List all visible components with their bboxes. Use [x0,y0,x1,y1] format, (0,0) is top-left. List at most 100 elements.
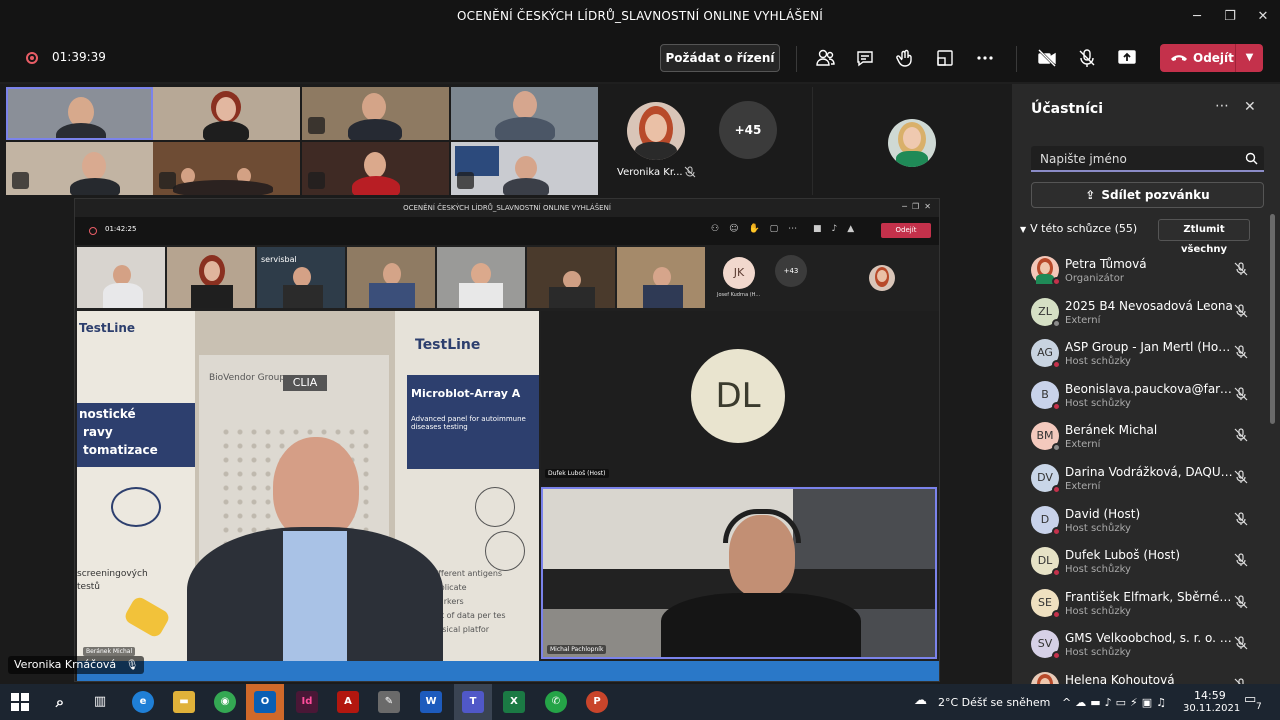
mic-muted-icon[interactable] [1233,552,1249,568]
panel-more-icon[interactable]: ⋯ [1215,98,1229,114]
mic-muted-icon: 🎙 [125,660,139,671]
participant-initials: DL [1037,554,1053,568]
file-explorer-icon[interactable]: ▬ [173,691,195,713]
video-tile[interactable] [153,87,300,140]
presence-status-icon [1052,609,1061,619]
edge-icon[interactable]: e [132,691,154,713]
more-participants-button[interactable]: +45 [719,101,777,159]
video-tile[interactable] [302,87,449,140]
second-speaker-video: Michal Pachlopník [541,487,937,659]
participant-row[interactable]: B Beonislava.pauckova@farmak...Host schůz… [1012,377,1268,418]
shared-window-controls: ─ ❐ ✕ [902,202,931,211]
outlook-icon[interactable]: O [254,691,276,713]
meeting-timer: 01:39:39 [52,50,106,64]
rooms-icon[interactable] [934,47,956,69]
presence-status-icon [1052,401,1061,411]
mini-video-tile [437,247,525,308]
close-panel-icon[interactable]: ✕ [1244,99,1256,115]
mic-muted-icon[interactable] [1233,469,1249,485]
whatsapp-icon[interactable]: ✆ [545,691,567,713]
notifications-icon[interactable]: ▭ [1244,692,1256,707]
mic-muted-icon[interactable] [1233,511,1249,527]
powerpoint-icon[interactable]: P [586,691,608,713]
more-options-icon[interactable] [974,47,996,69]
video-tile[interactable] [6,142,153,195]
participant-name: 2025 B4 Nevosadová Leona [1065,298,1233,313]
speaker-face [273,437,359,541]
video-tile[interactable] [451,142,598,195]
meeting-stage: Veronika Kr... +45 OCENĚNÍ ČESKÝCH LÍDRŮ… [0,84,1012,684]
chrome-icon[interactable]: ◉ [214,691,236,713]
windows-start-icon[interactable] [9,691,31,713]
task-view-icon[interactable]: ▥ [89,691,111,713]
participant-row[interactable]: ZL 2025 B4 Nevosadová Leona Externí [1012,294,1268,335]
participant-row[interactable]: SE František Elfmark, Sběrné sur...Host s… [1012,585,1268,626]
participant-face [513,91,537,119]
clock-time[interactable]: 14:59 [1194,689,1226,702]
search-icon[interactable]: ⌕ [49,691,71,713]
video-tile[interactable] [153,142,300,195]
mic-muted-icon [308,172,325,189]
participant-avatar[interactable] [627,102,685,160]
scrollbar[interactable] [1270,214,1275,424]
reactions-icon[interactable] [894,47,916,69]
video-tile[interactable] [6,87,153,140]
participant-role: Host schůzky [1065,647,1131,659]
mic-muted-icon[interactable] [1233,427,1249,443]
excel-icon[interactable]: X [503,691,525,713]
share-screen-icon[interactable] [1116,47,1138,69]
mic-muted-icon[interactable] [1233,261,1249,277]
minimize-icon[interactable]: ─ [1186,6,1208,28]
video-tile[interactable] [302,142,449,195]
clock-date[interactable]: 30.11.2021 [1183,703,1240,714]
mic-muted-icon[interactable] [1233,594,1249,610]
participant-row[interactable]: AG ASP Group - Jan Mertl (Host) Host schůz… [1012,335,1268,376]
presence-status-icon [1052,443,1061,453]
chat-icon[interactable] [854,47,876,69]
leave-button[interactable]: Odejít ▼ [1160,44,1263,72]
weather-text[interactable]: 2°C Déšť se sněhem [938,696,1050,709]
mic-muted-icon[interactable] [1233,386,1249,402]
leave-label: Odejít [1193,51,1234,65]
mute-all-button[interactable]: Ztlumit všechny [1158,219,1250,255]
chevron-down-icon[interactable]: ▼ [1235,44,1263,72]
participant-row[interactable]: SV GMS Velkoobchod, s. r. o. (Ho...Host s… [1012,626,1268,667]
mic-muted-icon[interactable] [1233,635,1249,651]
participant-initials: SV [1037,637,1053,651]
search-icon [1245,152,1258,165]
participant-role: Externí [1065,481,1101,492]
participant-name: Darina Vodrážková, DAQUAS [1065,465,1233,479]
presence-status-icon [1052,318,1061,328]
dl-label: Dufek Luboš (Host) [545,469,609,478]
mic-off-icon[interactable] [1076,47,1098,69]
shared-media-icons: ■♪▲ [813,224,865,234]
participant-row[interactable]: DL Dufek Luboš (Host) Host schůzky [1012,543,1268,584]
mic-muted-icon[interactable] [1233,303,1249,319]
participants-icon[interactable] [814,47,836,69]
meeting-toolbar: 01:39:39 Požádat o řízení Odejít ▼ [0,34,1280,82]
share-invite-button[interactable]: ⇪ Sdílet pozvánku [1031,182,1264,208]
indesign-icon[interactable]: Id [296,691,318,713]
teams-icon[interactable]: T [462,691,484,713]
maximize-icon[interactable]: ❐ [1219,6,1241,28]
request-control-button[interactable]: Požádat o řízení [660,44,780,72]
participant-row[interactable]: BM Beránek Michal Externí [1012,418,1268,459]
search-input[interactable]: Napište jméno [1031,146,1264,172]
participant-avatar: BM [1031,422,1061,453]
participant-avatar: ZL [1031,297,1061,328]
shared-timer: 01:42:25 [105,225,137,233]
participant-row[interactable]: D David (Host) Host schůzky [1012,502,1268,543]
acrobat-icon[interactable]: A [337,691,359,713]
video-tile[interactable] [451,87,598,140]
participant-body [173,180,273,195]
mic-muted-icon[interactable] [1233,344,1249,360]
shared-screen[interactable]: OCENĚNÍ ČESKÝCH LÍDRŮ_SLAVNOSTNÍ ONLINE … [74,198,940,682]
system-tray-icons[interactable]: ^☁▬♪▭⚡▣♫ [1062,696,1170,709]
camera-off-icon[interactable] [1036,47,1058,69]
participant-row[interactable]: DV Darina Vodrážková, DAQUAS Externí [1012,460,1268,501]
paint-icon[interactable]: ✎ [378,691,400,713]
close-window-icon[interactable]: ✕ [1252,6,1274,28]
section-header[interactable]: ▼ V této schůzce (55) [1020,222,1137,235]
word-icon[interactable]: W [420,691,442,713]
participant-row[interactable]: Petra Tůmová Organizátor [1012,252,1268,293]
